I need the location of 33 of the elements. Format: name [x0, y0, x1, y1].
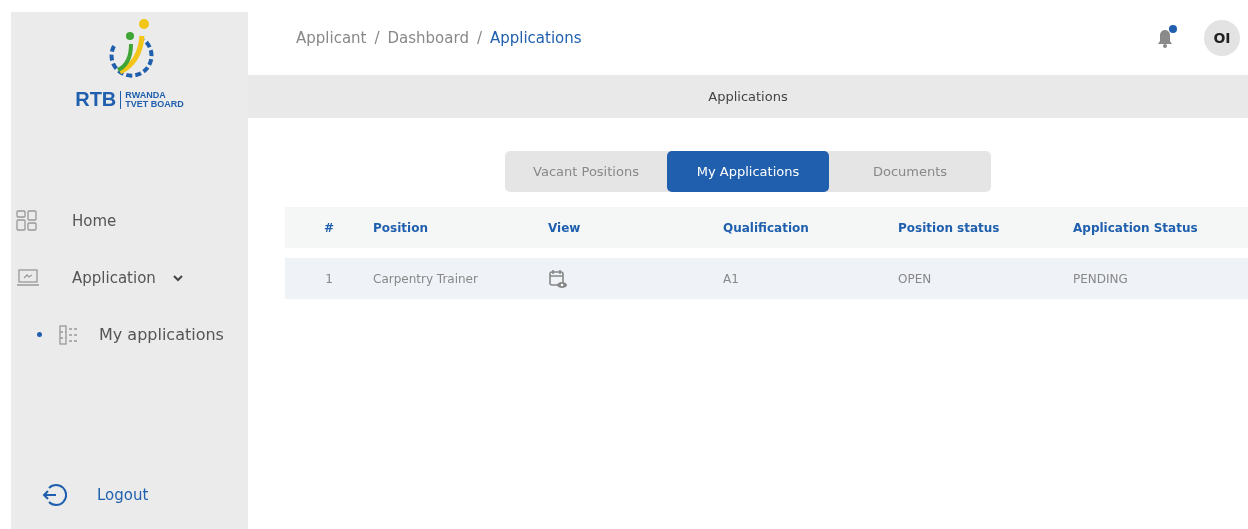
- table-row[interactable]: 1 Carpentry Trainer A1 OPEN PENDING: [285, 258, 1248, 299]
- logout-icon[interactable]: [41, 482, 67, 508]
- laptop-icon: [16, 268, 40, 287]
- calendar-view-icon[interactable]: [548, 268, 568, 289]
- breadcrumb-link[interactable]: Applications: [490, 28, 582, 47]
- table-cell-text: A1: [723, 271, 740, 286]
- chevron-icon[interactable]: [171, 273, 184, 282]
- user-avatar[interactable]: OI: [1204, 19, 1240, 56]
- logo-abbreviation: RTB: [75, 88, 117, 111]
- column-header: Position: [373, 220, 429, 235]
- column-header: Position status: [898, 220, 1001, 235]
- tab[interactable]: My Applications: [667, 151, 829, 192]
- table-cell-text: Carpentry Trainer: [373, 271, 479, 286]
- nav-item[interactable]: Home: [72, 211, 117, 230]
- nav-item[interactable]: Application: [72, 268, 156, 287]
- column-header: #: [323, 220, 335, 235]
- logo-text: TVET BOARD: [125, 99, 184, 109]
- breadcrumb-separator: /: [476, 28, 482, 47]
- breadcrumb-link[interactable]: Dashboard: [387, 28, 469, 47]
- list-icon: [59, 324, 79, 345]
- breadcrumb-link[interactable]: Applicant: [296, 28, 367, 47]
- column-header: Application Status: [1073, 220, 1199, 235]
- logo-text: RWANDA: [125, 90, 167, 100]
- column-header: View: [548, 220, 582, 235]
- table-cell-text: OPEN: [898, 271, 933, 286]
- table-cell: 1: [325, 271, 333, 286]
- table-cell-text: PENDING: [1073, 271, 1129, 286]
- grid-icon: [16, 209, 38, 232]
- breadcrumb-separator: /: [374, 28, 380, 47]
- column-header: Qualification: [723, 220, 810, 235]
- page-title: Applications: [248, 75, 1248, 118]
- nav-item[interactable]: My applications: [99, 325, 224, 344]
- logout-link[interactable]: Logout: [97, 486, 149, 504]
